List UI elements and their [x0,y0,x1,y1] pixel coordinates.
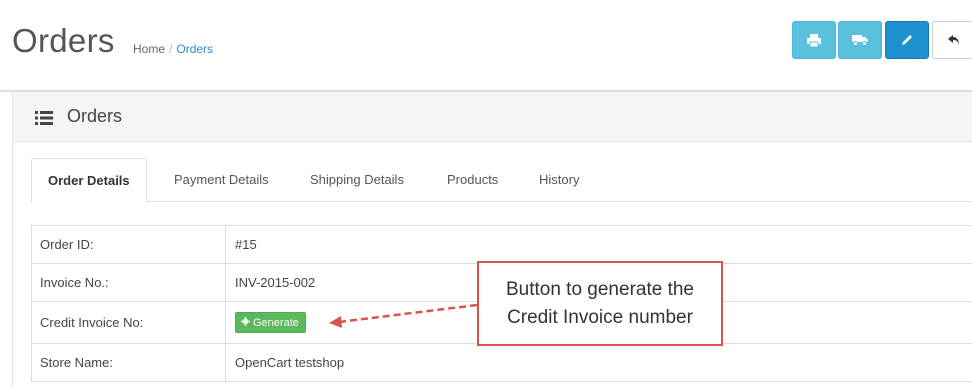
store-name-value: OpenCart testshop [235,355,345,370]
store-name-label: Store Name: [40,355,113,370]
annotation-line-1: Button to generate the [505,279,695,300]
breadcrumb-separator: / [169,42,173,56]
back-button[interactable] [932,21,972,59]
tab-order-details[interactable]: Order Details [31,158,147,203]
order-id-label: Order ID: [40,237,94,252]
tab-shipping-details[interactable]: Shipping Details [310,172,404,187]
pencil-icon [901,34,913,46]
column-divider [225,302,226,343]
order-details-table: Order ID: #15 Invoice No.: INV-2015-002 … [31,225,972,382]
invoice-no-label: Invoice No.: [40,275,109,290]
breadcrumb: Home / Orders [133,42,213,56]
table-row: Order ID: #15 [31,226,972,264]
annotation-arrow [329,303,478,328]
breadcrumb-home-link[interactable]: Home [133,42,165,56]
breadcrumb-orders-link[interactable]: Orders [176,42,213,56]
page-header: Orders Home / Orders [0,0,972,92]
print-icon [807,33,821,47]
table-row: Store Name: OpenCart testshop [31,344,972,382]
gear-icon [241,316,250,329]
tab-products[interactable]: Products [447,172,498,187]
invoice-no-value: INV-2015-002 [235,275,316,290]
credit-invoice-label: Credit Invoice No: [40,315,144,330]
print-shipping-button[interactable] [838,21,882,59]
generate-credit-invoice-button[interactable]: Generate [235,312,306,333]
tab-payment-details[interactable]: Payment Details [174,172,269,187]
truck-icon [852,34,868,46]
column-divider [225,344,226,381]
generate-button-label: Generate [253,316,299,329]
order-tabs: Order Details Payment Details Shipping D… [31,158,972,203]
edit-button[interactable] [885,21,929,59]
reply-icon [947,34,961,46]
order-id-value: #15 [235,237,257,252]
page-title: Orders [12,22,115,59]
annotation-callout: Button to generate the Credit Invoice nu… [477,261,723,346]
print-invoice-button[interactable] [792,21,836,59]
column-divider [225,264,226,301]
panel-title: Orders [67,106,123,126]
column-divider [225,226,226,263]
list-icon [35,110,53,129]
panel-heading: Orders [13,92,972,142]
annotation-line-2: Credit Invoice number [507,307,693,328]
tab-history[interactable]: History [539,172,579,187]
